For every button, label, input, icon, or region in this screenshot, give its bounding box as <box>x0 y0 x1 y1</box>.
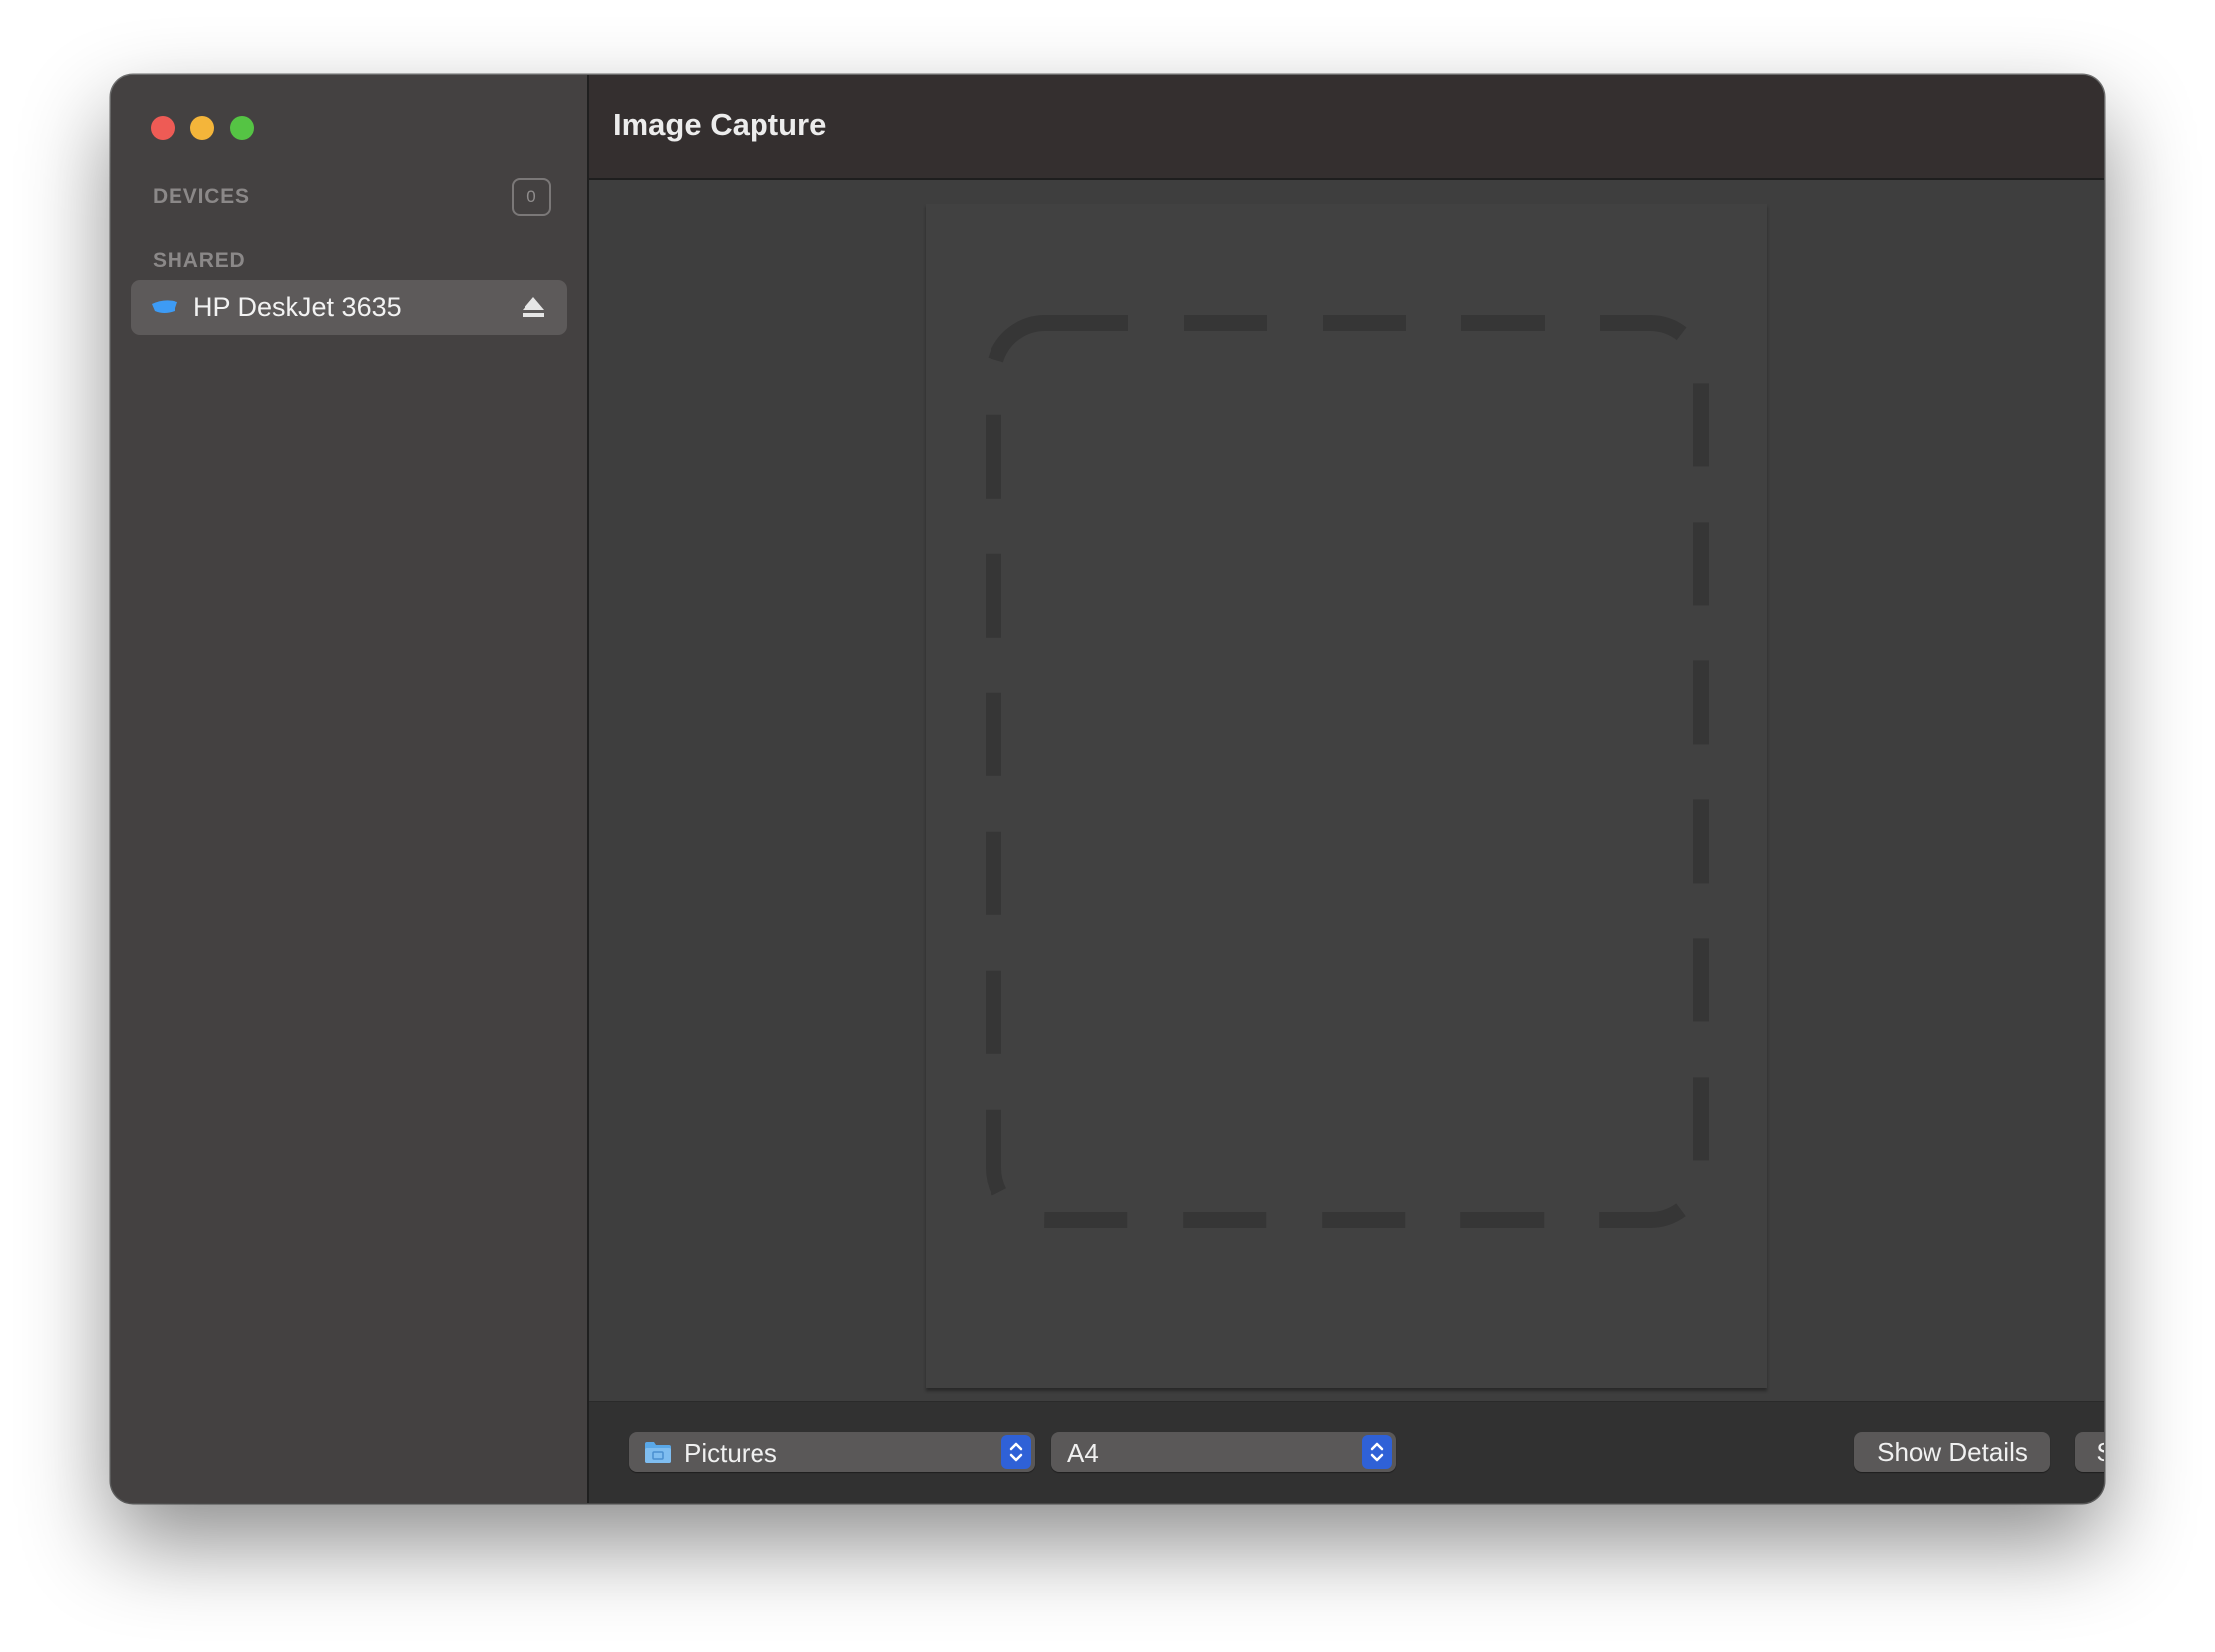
devices-count-badge: 0 <box>512 178 551 216</box>
devices-section-header: DEVICES <box>153 185 250 208</box>
zoom-window-button[interactable] <box>230 116 254 140</box>
folder-icon <box>644 1440 672 1464</box>
document-placeholder-icon <box>986 315 1709 1228</box>
scan-preview-area <box>589 180 2104 1402</box>
paper-size-select[interactable]: A4 <box>1051 1432 1396 1472</box>
show-details-button[interactable]: Show Details <box>1854 1432 2050 1472</box>
sidebar-item-hp-deskjet[interactable]: HP DeskJet 3635 <box>131 280 567 335</box>
scan-preview-page <box>926 204 1767 1388</box>
title-bar: Image Capture <box>589 75 2104 180</box>
sidebar: DEVICES 0 SHARED HP DeskJet 3635 <box>111 75 589 1503</box>
sidebar-item-label: HP DeskJet 3635 <box>193 293 402 322</box>
scan-destination-select[interactable]: Pictures <box>629 1432 1035 1472</box>
eject-icon[interactable] <box>520 294 547 321</box>
main-pane: Image Capture Pictures A4 Show Details <box>589 75 2104 1503</box>
chevron-up-down-icon <box>1362 1435 1392 1469</box>
paper-size-value: A4 <box>1067 1438 1099 1468</box>
printer-icon <box>151 297 178 317</box>
window-title: Image Capture <box>613 107 827 142</box>
close-window-button[interactable] <box>151 116 175 140</box>
chevron-up-down-icon <box>1001 1435 1031 1469</box>
shared-section-header: SHARED <box>153 249 246 272</box>
scan-button[interactable]: Scan <box>2075 1432 2104 1472</box>
minimize-window-button[interactable] <box>190 116 214 140</box>
bottom-toolbar: Pictures A4 Show Details <box>589 1401 2104 1503</box>
scan-destination-value: Pictures <box>684 1438 777 1468</box>
image-capture-window: DEVICES 0 SHARED HP DeskJet 3635 Image C… <box>111 75 2104 1503</box>
